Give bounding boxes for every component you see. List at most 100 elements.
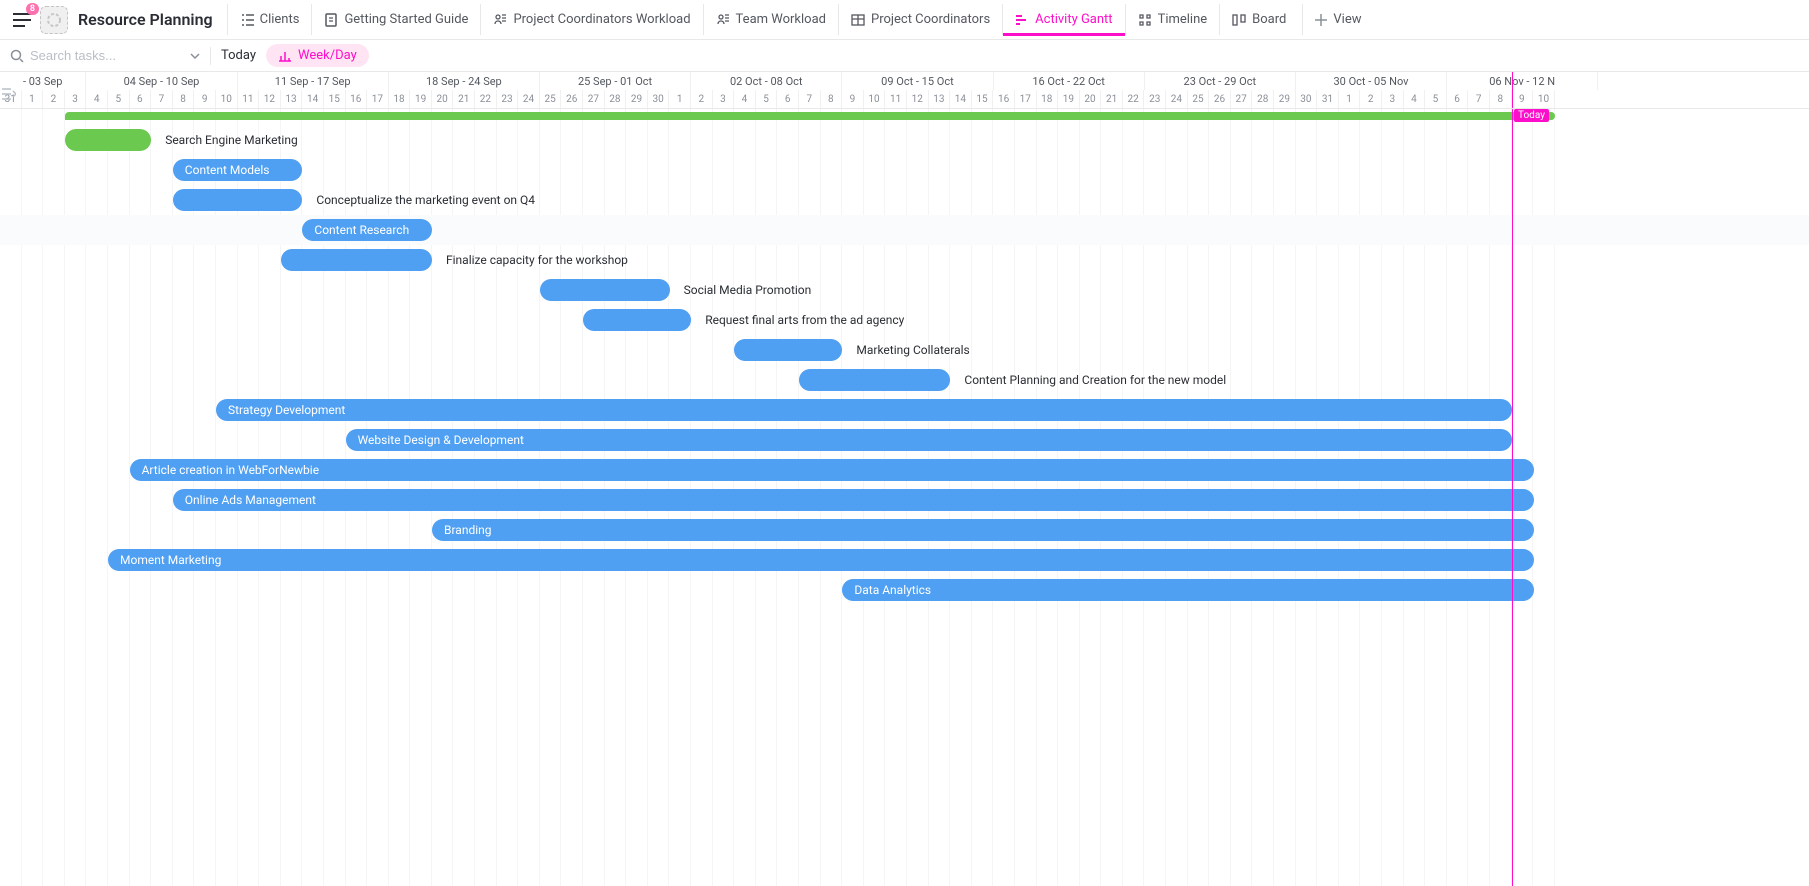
collapse-sidebar-button[interactable] [2, 88, 18, 104]
chevron-down-icon[interactable] [190, 53, 200, 59]
tab-board[interactable]: Board [1219, 4, 1298, 35]
tab-getting-started-guide[interactable]: Getting Started Guide [311, 4, 480, 35]
board-icon [1232, 13, 1246, 27]
gantt-bar[interactable] [583, 309, 691, 331]
week-row: - 03 Sep04 Sep - 10 Sep11 Sep - 17 Sep18… [0, 72, 1809, 90]
doc-icon [324, 13, 338, 27]
gantt-bar[interactable] [173, 189, 303, 211]
space-icon[interactable] [40, 6, 68, 34]
gantt-bar[interactable] [734, 339, 842, 361]
gantt-bar-label: Marketing Collaterals [842, 339, 969, 361]
gantt-bar[interactable]: Data Analytics [842, 579, 1533, 601]
gantt-row: Content Models [0, 155, 1809, 185]
day-cell: 29 [626, 90, 648, 108]
zoom-selector[interactable]: Week/Day [266, 44, 369, 67]
notification-badge: 8 [26, 3, 39, 15]
day-cell: 5 [1425, 90, 1447, 108]
gantt-bar[interactable]: Content Research [302, 219, 432, 241]
gantt-bar[interactable] [540, 279, 670, 301]
gantt-row: Strategy Development [0, 395, 1809, 425]
gantt-bar-label: Conceptualize the marketing event on Q4 [302, 189, 535, 211]
table-icon [851, 13, 865, 27]
gantt-bar[interactable]: Online Ads Management [173, 489, 1534, 511]
day-cell: 12 [259, 90, 281, 108]
day-cell: 23 [497, 90, 519, 108]
gantt-row: Marketing Collaterals [0, 335, 1809, 365]
gantt-bar[interactable]: Website Design & Development [346, 429, 1512, 451]
day-cell: 2 [1360, 90, 1382, 108]
tab-timeline[interactable]: Timeline [1125, 4, 1220, 35]
day-cell: 2 [691, 90, 713, 108]
day-cell: 30 [1296, 90, 1318, 108]
day-cell: 30 [648, 90, 670, 108]
tab-clients[interactable]: Clients [227, 4, 312, 35]
day-cell: 10 [216, 90, 238, 108]
tab-project-coordinators-workload[interactable]: Project Coordinators Workload [480, 4, 702, 35]
today-button[interactable]: Today [221, 48, 256, 63]
day-cell: 20 [432, 90, 454, 108]
hamburger-icon [13, 13, 31, 27]
divider [210, 47, 211, 65]
week-cell: 18 Sep - 24 Sep [389, 72, 540, 90]
gantt-row: Search Engine Marketing [0, 125, 1809, 155]
menu-button[interactable]: 8 [8, 6, 36, 34]
week-cell: 04 Sep - 10 Sep [86, 72, 237, 90]
week-cell: 09 Oct - 15 Oct [842, 72, 993, 90]
gantt-icon [1015, 13, 1029, 27]
add-view-label: View [1333, 12, 1361, 27]
week-cell: 11 Sep - 17 Sep [238, 72, 389, 90]
day-cell: 28 [1252, 90, 1274, 108]
tab-activity-gantt[interactable]: Activity Gantt [1002, 4, 1124, 35]
day-cell: 17 [367, 90, 389, 108]
gantt-row: Conceptualize the marketing event on Q4 [0, 185, 1809, 215]
toolbar: Today Week/Day [0, 40, 1809, 72]
tab-project-coordinators[interactable]: Project Coordinators [838, 4, 1002, 35]
gantt-row: Finalize capacity for the workshop [0, 245, 1809, 275]
gantt-bar[interactable] [799, 369, 950, 391]
day-cell: 1 [669, 90, 691, 108]
day-cell: 8 [173, 90, 195, 108]
gantt-bar[interactable] [65, 129, 151, 151]
zoom-icon [278, 50, 292, 62]
day-cell: 21 [1101, 90, 1123, 108]
search-wrap [10, 48, 200, 63]
gantt-bar-label: Request final arts from the ad agency [691, 309, 904, 331]
zoom-label: Week/Day [298, 48, 357, 63]
gantt-bar[interactable]: Moment Marketing [108, 549, 1534, 571]
page-title: Resource Planning [72, 10, 223, 29]
day-cell: 12 [907, 90, 929, 108]
day-cell: 15 [972, 90, 994, 108]
day-cell: 1 [22, 90, 44, 108]
view-tabs: ClientsGetting Started GuideProject Coor… [227, 4, 1299, 35]
gantt-bar[interactable]: Content Models [173, 159, 303, 181]
gantt-summary-bar[interactable] [65, 112, 1555, 120]
add-view-button[interactable]: View [1302, 4, 1373, 35]
day-cell: 25 [540, 90, 562, 108]
day-cell: 17 [1015, 90, 1037, 108]
day-cell: 25 [1188, 90, 1210, 108]
gantt-bar[interactable]: Article creation in WebForNewbie [130, 459, 1534, 481]
list-icon [240, 13, 254, 27]
day-cell: 11 [238, 90, 260, 108]
day-cell: 19 [410, 90, 432, 108]
day-cell: 27 [1231, 90, 1253, 108]
day-cell: 22 [1123, 90, 1145, 108]
search-input[interactable] [30, 48, 160, 63]
workload-icon [716, 13, 730, 27]
day-cell: 3 [1382, 90, 1404, 108]
day-cell: 4 [1404, 90, 1426, 108]
day-cell: 18 [1037, 90, 1059, 108]
gantt-bar[interactable] [281, 249, 432, 271]
gantt-bar[interactable]: Branding [432, 519, 1534, 541]
gantt-bar[interactable]: Strategy Development [216, 399, 1512, 421]
tab-team-workload[interactable]: Team Workload [703, 4, 838, 35]
gantt-row: Moment Marketing [0, 545, 1809, 575]
day-cell: 5 [756, 90, 778, 108]
app-header: 8 Resource Planning ClientsGetting Start… [0, 0, 1809, 40]
day-cell: 20 [1080, 90, 1102, 108]
gantt-row: Article creation in WebForNewbie [0, 455, 1809, 485]
week-cell: 16 Oct - 22 Oct [994, 72, 1145, 90]
gantt-chart[interactable]: Search Engine Marketing Content Models Con… [0, 109, 1809, 886]
day-cell: 7 [1468, 90, 1490, 108]
day-cell: 24 [518, 90, 540, 108]
